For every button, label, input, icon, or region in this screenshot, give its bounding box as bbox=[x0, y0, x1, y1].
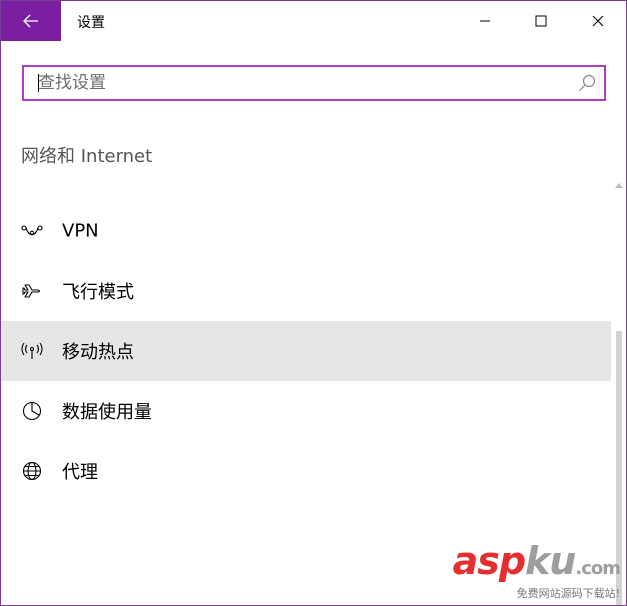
minimize-button[interactable] bbox=[457, 1, 513, 41]
nav-item-mobile-hotspot[interactable]: 移动热点 bbox=[1, 321, 611, 381]
globe-icon bbox=[21, 461, 43, 481]
settings-nav-list: VPN 飞行模式 移动热点 数据使用量 代理 bbox=[1, 201, 611, 501]
search-icon[interactable] bbox=[578, 74, 596, 92]
watermark-ku: ku bbox=[525, 539, 576, 583]
hotspot-icon bbox=[21, 341, 43, 361]
back-arrow-icon bbox=[23, 14, 38, 28]
back-button[interactable] bbox=[1, 1, 61, 41]
close-icon bbox=[592, 15, 604, 27]
nav-item-airplane-mode[interactable]: 飞行模式 bbox=[1, 261, 611, 321]
nav-item-label: VPN bbox=[62, 220, 99, 242]
text-caret bbox=[38, 74, 39, 92]
settings-window: 设置 网络和 Internet bbox=[0, 0, 627, 606]
scroll-up-arrow-icon[interactable] bbox=[615, 183, 623, 188]
maximize-icon bbox=[535, 15, 547, 27]
minimize-icon bbox=[480, 20, 490, 22]
section-title: 网络和 Internet bbox=[21, 146, 153, 167]
close-button[interactable] bbox=[570, 1, 626, 41]
nav-item-label: 移动热点 bbox=[62, 342, 134, 363]
title-bar: 设置 bbox=[1, 1, 626, 41]
nav-item-data-usage[interactable]: 数据使用量 bbox=[1, 381, 611, 441]
airplane-icon bbox=[21, 281, 43, 301]
nav-item-proxy[interactable]: 代理 bbox=[1, 441, 611, 501]
maximize-button[interactable] bbox=[513, 1, 569, 41]
vpn-icon bbox=[21, 221, 43, 241]
watermark-com: .com bbox=[575, 558, 621, 579]
nav-item-vpn[interactable]: VPN bbox=[1, 201, 611, 261]
watermark-asp: asp bbox=[452, 539, 526, 583]
nav-item-label: 代理 bbox=[62, 462, 98, 483]
watermark-logo: aspku.com 免费网站源码下载站! bbox=[452, 539, 621, 601]
search-box[interactable] bbox=[22, 65, 606, 101]
window-title: 设置 bbox=[77, 15, 105, 31]
data-usage-icon bbox=[21, 401, 43, 421]
nav-item-label: 数据使用量 bbox=[62, 402, 152, 423]
search-input[interactable] bbox=[24, 67, 564, 99]
nav-item-label: 飞行模式 bbox=[62, 282, 134, 303]
